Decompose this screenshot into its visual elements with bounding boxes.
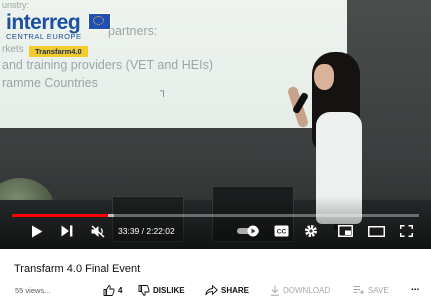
slide-text-line: ramme Countries (2, 76, 98, 90)
logo-subtitle: CENTRAL EUROPE (6, 32, 82, 41)
video-title: Transfarm 4.0 Final Event (14, 263, 141, 275)
dislike-label: DISLIKE (153, 286, 185, 295)
slide-text-line: unstry: (2, 0, 30, 10)
fullscreen-button[interactable] (397, 222, 415, 240)
like-count: 4 (118, 286, 123, 295)
view-count[interactable]: 55 views... (15, 286, 50, 295)
presenter-face (314, 64, 334, 90)
miniplayer-button[interactable] (336, 222, 354, 240)
share-icon (205, 285, 218, 296)
captions-icon: CC (274, 225, 288, 237)
share-label: SHARE (221, 286, 250, 295)
play-icon (32, 225, 43, 237)
more-icon: ... (411, 282, 420, 293)
thumbs-up-icon (103, 285, 115, 296)
progress-played (12, 214, 109, 217)
mute-button[interactable] (88, 222, 108, 240)
autoplay-toggle[interactable] (236, 222, 262, 240)
autoplay-toggle-icon (237, 225, 259, 237)
theater-icon (367, 225, 385, 237)
interreg-logo: interreg CENTRAL EUROPE Transfarm4.0 (6, 11, 111, 59)
thumbs-down-icon (138, 285, 150, 296)
captions-button[interactable]: CC (272, 222, 290, 240)
progress-bar[interactable] (12, 214, 419, 217)
save-button[interactable]: SAVE (353, 285, 389, 295)
slide-text-line: and training providers (VET and HEIs) (2, 58, 213, 72)
next-icon (61, 225, 73, 237)
playlist-add-icon (353, 286, 365, 295)
download-button[interactable]: DOWNLOAD (270, 285, 330, 296)
next-button[interactable] (58, 222, 76, 240)
time-display: 33:39 / 2:22:02 (118, 226, 175, 236)
settings-button[interactable] (302, 222, 320, 240)
fullscreen-icon (399, 225, 413, 237)
mute-icon (90, 224, 105, 238)
download-icon (271, 285, 279, 296)
video-actions-row: 55 views... 4 DISLIKE SHARE DOWNLOAD SAV… (0, 282, 431, 298)
project-badge: Transfarm4.0 (29, 46, 88, 57)
play-button[interactable] (28, 222, 46, 240)
settings-icon (304, 224, 318, 238)
miniplayer-icon (337, 225, 353, 237)
dislike-button[interactable]: DISLIKE (138, 285, 185, 296)
theater-mode-button[interactable] (366, 222, 386, 240)
save-label: SAVE (368, 285, 389, 295)
video-player[interactable]: unstry: partners: rkets and training pro… (0, 0, 431, 249)
more-actions-button[interactable]: ... (411, 282, 419, 293)
like-button[interactable]: 4 (103, 285, 122, 296)
eu-flag-icon (88, 13, 111, 30)
svg-text:CC: CC (276, 229, 286, 236)
slide-text-line: partners: (108, 24, 158, 38)
logo-wordmark: interreg (6, 11, 81, 34)
share-button[interactable]: SHARE (205, 285, 249, 296)
mouse-cursor-icon: ┐ (160, 86, 168, 97)
download-label: DOWNLOAD (283, 286, 331, 295)
